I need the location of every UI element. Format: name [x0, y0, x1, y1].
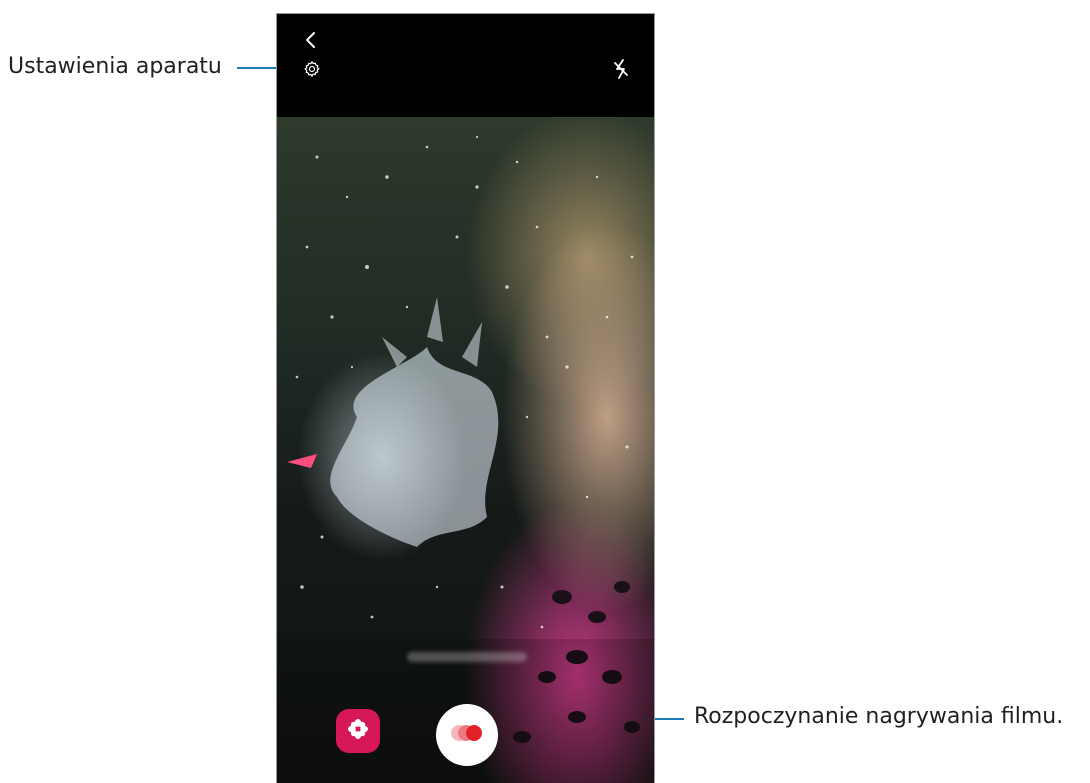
- phone-screen: [276, 13, 655, 783]
- flash-off-icon[interactable]: [610, 58, 632, 80]
- gear-icon[interactable]: [301, 58, 323, 80]
- camera-viewfinder[interactable]: [277, 117, 654, 783]
- back-icon[interactable]: [301, 30, 321, 50]
- annotated-screenshot: Ustawienia aparatu Rozpoczynanie nagrywa…: [0, 0, 1090, 783]
- record-button[interactable]: [436, 704, 498, 766]
- super-slow-mo-record-icon: [450, 723, 484, 748]
- camera-top-bar: [277, 14, 654, 117]
- settings-callout-label: Ustawienia aparatu: [8, 54, 222, 79]
- flower-icon: [346, 717, 370, 746]
- gallery-button[interactable]: [336, 709, 380, 753]
- record-callout-label: Rozpoczynanie nagrywania filmu.: [694, 704, 1064, 729]
